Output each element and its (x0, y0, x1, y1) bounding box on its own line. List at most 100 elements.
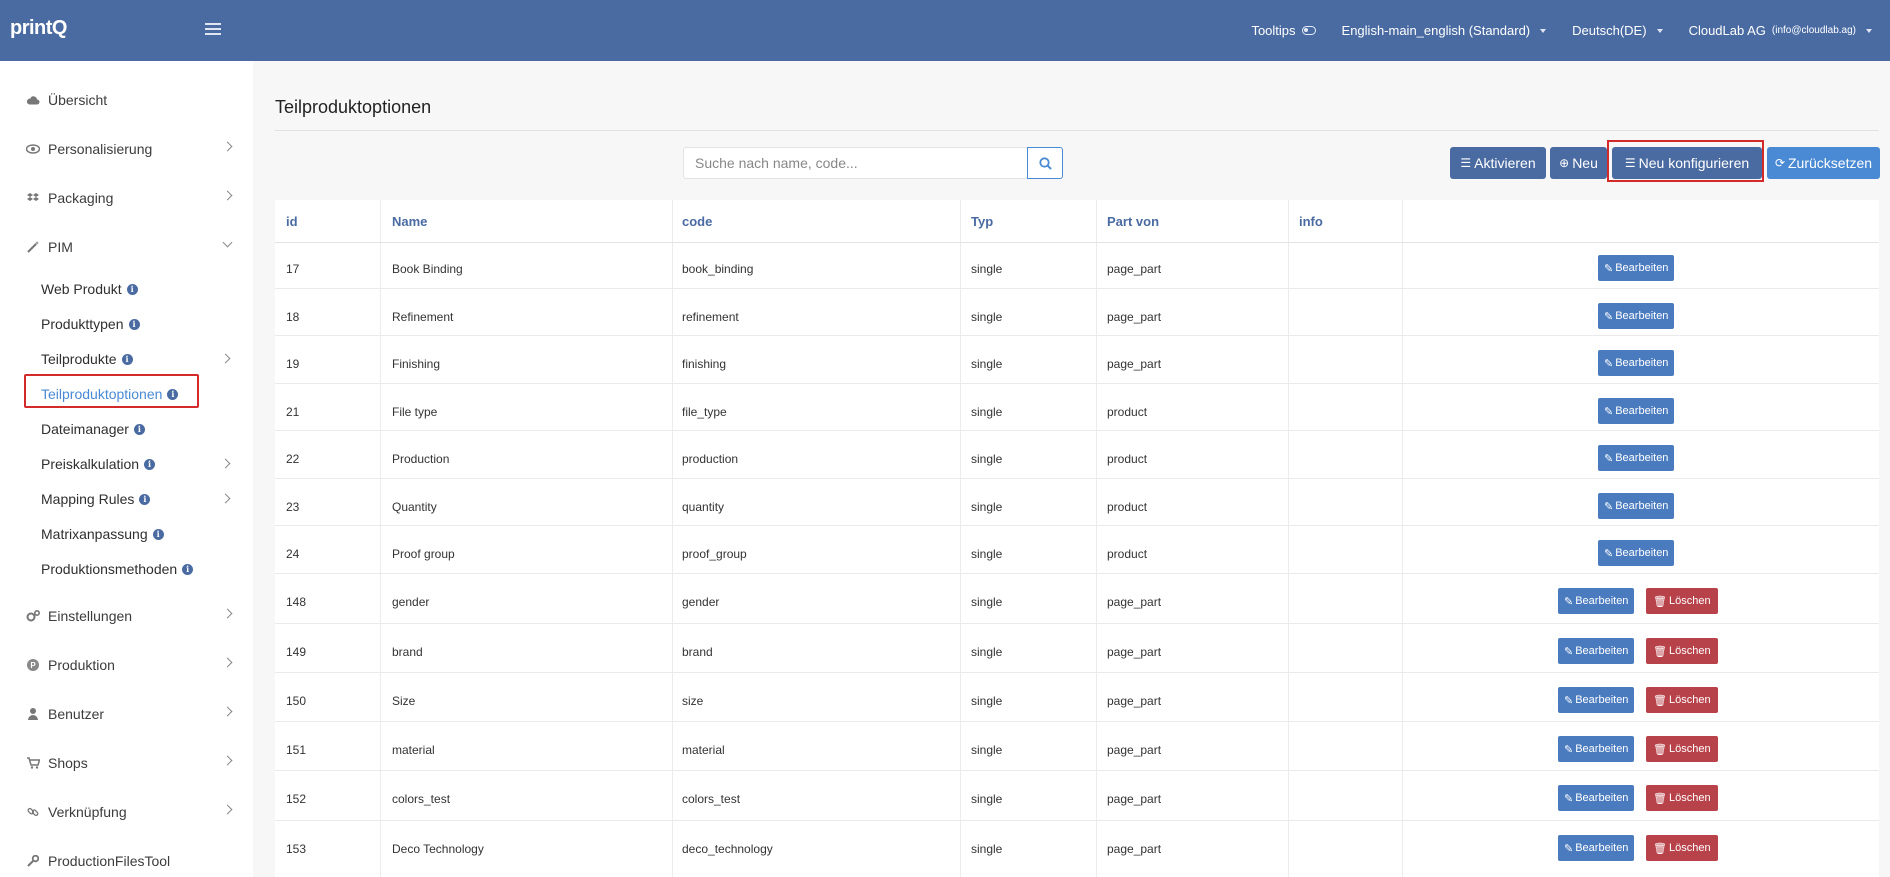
button-label: Bearbeiten (1575, 792, 1629, 804)
edit-button[interactable]: ✎ Bearbeiten (1598, 255, 1675, 281)
delete-button[interactable]: 🗑 Löschen (1646, 638, 1718, 664)
delete-button[interactable]: 🗑 Löschen (1646, 835, 1718, 861)
edit-button[interactable]: ✎ Bearbeiten (1598, 398, 1675, 424)
toggle-icon[interactable] (1301, 26, 1316, 35)
search-icon (1038, 156, 1052, 170)
edit-button[interactable]: ✎ Bearbeiten (1598, 350, 1675, 376)
search-input[interactable] (683, 147, 1028, 179)
link-icon (26, 805, 40, 819)
pencil-icon: ✎ (1604, 500, 1614, 513)
delete-button[interactable]: 🗑 Löschen (1646, 588, 1718, 614)
edit-button[interactable]: ✎ Bearbeiten (1558, 588, 1635, 614)
language-set-label: English-main_english (Standard) (1341, 23, 1531, 38)
sidebar-item-productionfilestool[interactable]: ProductionFilesTool (26, 849, 231, 873)
cell-code: quantity (682, 500, 725, 514)
delete-button[interactable]: 🗑 Löschen (1646, 736, 1718, 762)
chevron-right-icon (222, 657, 233, 668)
zuruecksetzen-button[interactable]: ⟳ Zurücksetzen (1767, 147, 1880, 179)
sidebar-subitem-mapping-rules[interactable]: Mapping Rules i (41, 488, 151, 510)
chevron-right-icon (222, 608, 233, 619)
column-header-id[interactable]: id (286, 214, 298, 229)
delete-button[interactable]: 🗑 Löschen (1646, 785, 1718, 811)
edit-button[interactable]: ✎ Bearbeiten (1558, 687, 1635, 713)
sidebar-item-einstellungen[interactable]: Einstellungen (26, 604, 233, 628)
subitem-label: Mapping Rules (41, 491, 135, 507)
sidebar-subitem-web-produkt[interactable]: Web Produkt i (41, 278, 138, 300)
info-icon[interactable]: i (133, 423, 145, 435)
cell-id: 152 (286, 792, 307, 806)
info-icon[interactable]: i (126, 283, 138, 295)
edit-button[interactable]: ✎ Bearbeiten (1558, 785, 1635, 811)
column-header-code[interactable]: code (682, 214, 712, 229)
app-logo[interactable]: printQ (10, 17, 68, 40)
sidebar-item-uebersicht[interactable]: Übersicht (26, 88, 231, 112)
info-icon[interactable]: i (182, 563, 194, 575)
info-icon[interactable]: i (144, 458, 156, 470)
sidebar-subitem-dateimanager[interactable]: Dateimanager i (41, 418, 145, 440)
aktivieren-button[interactable]: ☰ Aktivieren (1450, 147, 1546, 179)
sidebar-subitem-teilprodukte[interactable]: Teilprodukte i (41, 348, 133, 370)
info-icon[interactable]: i (121, 353, 133, 365)
sidebar-item-packaging[interactable]: Packaging (26, 186, 233, 210)
sidebar-subitem-produktionsmethoden[interactable]: Produktionsmethoden i (41, 558, 194, 580)
pencil-icon: ✎ (1564, 595, 1574, 608)
sidebar-item-pim[interactable]: PIM (26, 235, 233, 259)
info-icon[interactable]: i (128, 318, 140, 330)
button-label: Löschen (1668, 743, 1711, 755)
cell-id: 148 (286, 595, 307, 609)
info-icon[interactable]: i (152, 528, 164, 540)
edit-button[interactable]: ✎ Bearbeiten (1558, 736, 1635, 762)
sidebar-subitem-produkttypen[interactable]: Produkttypen i (41, 313, 140, 335)
sidebar-subitem-preiskalkulation[interactable]: Preiskalkulation i (41, 453, 156, 475)
eye-icon (26, 142, 40, 156)
button-label: Löschen (1668, 645, 1711, 657)
highlight-box (24, 374, 199, 408)
sidebar-item-verknuepfung[interactable]: Verknüpfung (26, 800, 233, 824)
sidebar-subitem-matrixanpassung[interactable]: Matrixanpassung i (41, 523, 164, 545)
edit-button[interactable]: ✎ Bearbeiten (1558, 835, 1635, 861)
sidebar-item-label: Verknüpfung (48, 804, 127, 820)
edit-button[interactable]: ✎ Bearbeiten (1598, 303, 1675, 329)
neu-button[interactable]: ⊕ Neu (1550, 147, 1607, 179)
language-set-dropdown[interactable]: English-main_english (Standard) (1342, 23, 1547, 38)
tooltips-toggle[interactable]: Tooltips (1251, 23, 1316, 38)
sidebar-item-shops[interactable]: Shops (26, 751, 233, 775)
cell-code: deco_technology (682, 842, 773, 856)
cell-code: file_type (682, 405, 727, 419)
cell-name: Size (392, 694, 416, 708)
cell-code: refinement (682, 310, 739, 324)
column-header-typ[interactable]: Typ (971, 214, 993, 229)
edit-button[interactable]: ✎ Bearbeiten (1598, 445, 1675, 471)
p-circle-icon: P (26, 658, 40, 672)
menu-toggle-icon[interactable] (205, 20, 223, 40)
sidebar-item-label: Personalisierung (48, 141, 153, 157)
caret-down-icon (1866, 28, 1872, 33)
trash-icon: 🗑 (1653, 694, 1667, 707)
top-bar: printQ Tooltips English-main_english (St… (0, 0, 1890, 61)
info-icon[interactable]: i (139, 493, 151, 505)
cell-id: 22 (286, 452, 300, 466)
account-dropdown[interactable]: CloudLab AG (info@cloudlab.ag) (1689, 23, 1872, 38)
column-divider (1288, 200, 1289, 877)
chevron-right-icon (222, 706, 233, 717)
pencil-icon: ✎ (1604, 310, 1614, 323)
search-button[interactable] (1027, 147, 1063, 179)
sidebar-item-produktion[interactable]: P Produktion (26, 653, 233, 677)
column-header-name[interactable]: Name (392, 214, 427, 229)
sidebar-item-benutzer[interactable]: Benutzer (26, 702, 233, 726)
wrench-icon (26, 854, 40, 868)
sidebar-item-personalisierung[interactable]: Personalisierung (26, 137, 233, 161)
delete-button[interactable]: 🗑 Löschen (1646, 687, 1718, 713)
svg-text:P: P (30, 661, 36, 670)
locale-dropdown[interactable]: Deutsch(DE) (1572, 23, 1663, 38)
cell-name: Production (392, 452, 450, 466)
column-header-info[interactable]: info (1299, 214, 1323, 229)
cell-part: page_part (1107, 645, 1162, 659)
edit-button[interactable]: ✎ Bearbeiten (1598, 493, 1675, 519)
edit-button[interactable]: ✎ Bearbeiten (1558, 638, 1635, 664)
column-header-part-von[interactable]: Part von (1107, 214, 1159, 229)
sidebar: Übersicht Personalisierung Packaging PIM… (0, 61, 253, 877)
edit-button[interactable]: ✎ Bearbeiten (1598, 540, 1675, 566)
cell-name: material (392, 743, 435, 757)
chevron-right-icon (220, 493, 231, 504)
